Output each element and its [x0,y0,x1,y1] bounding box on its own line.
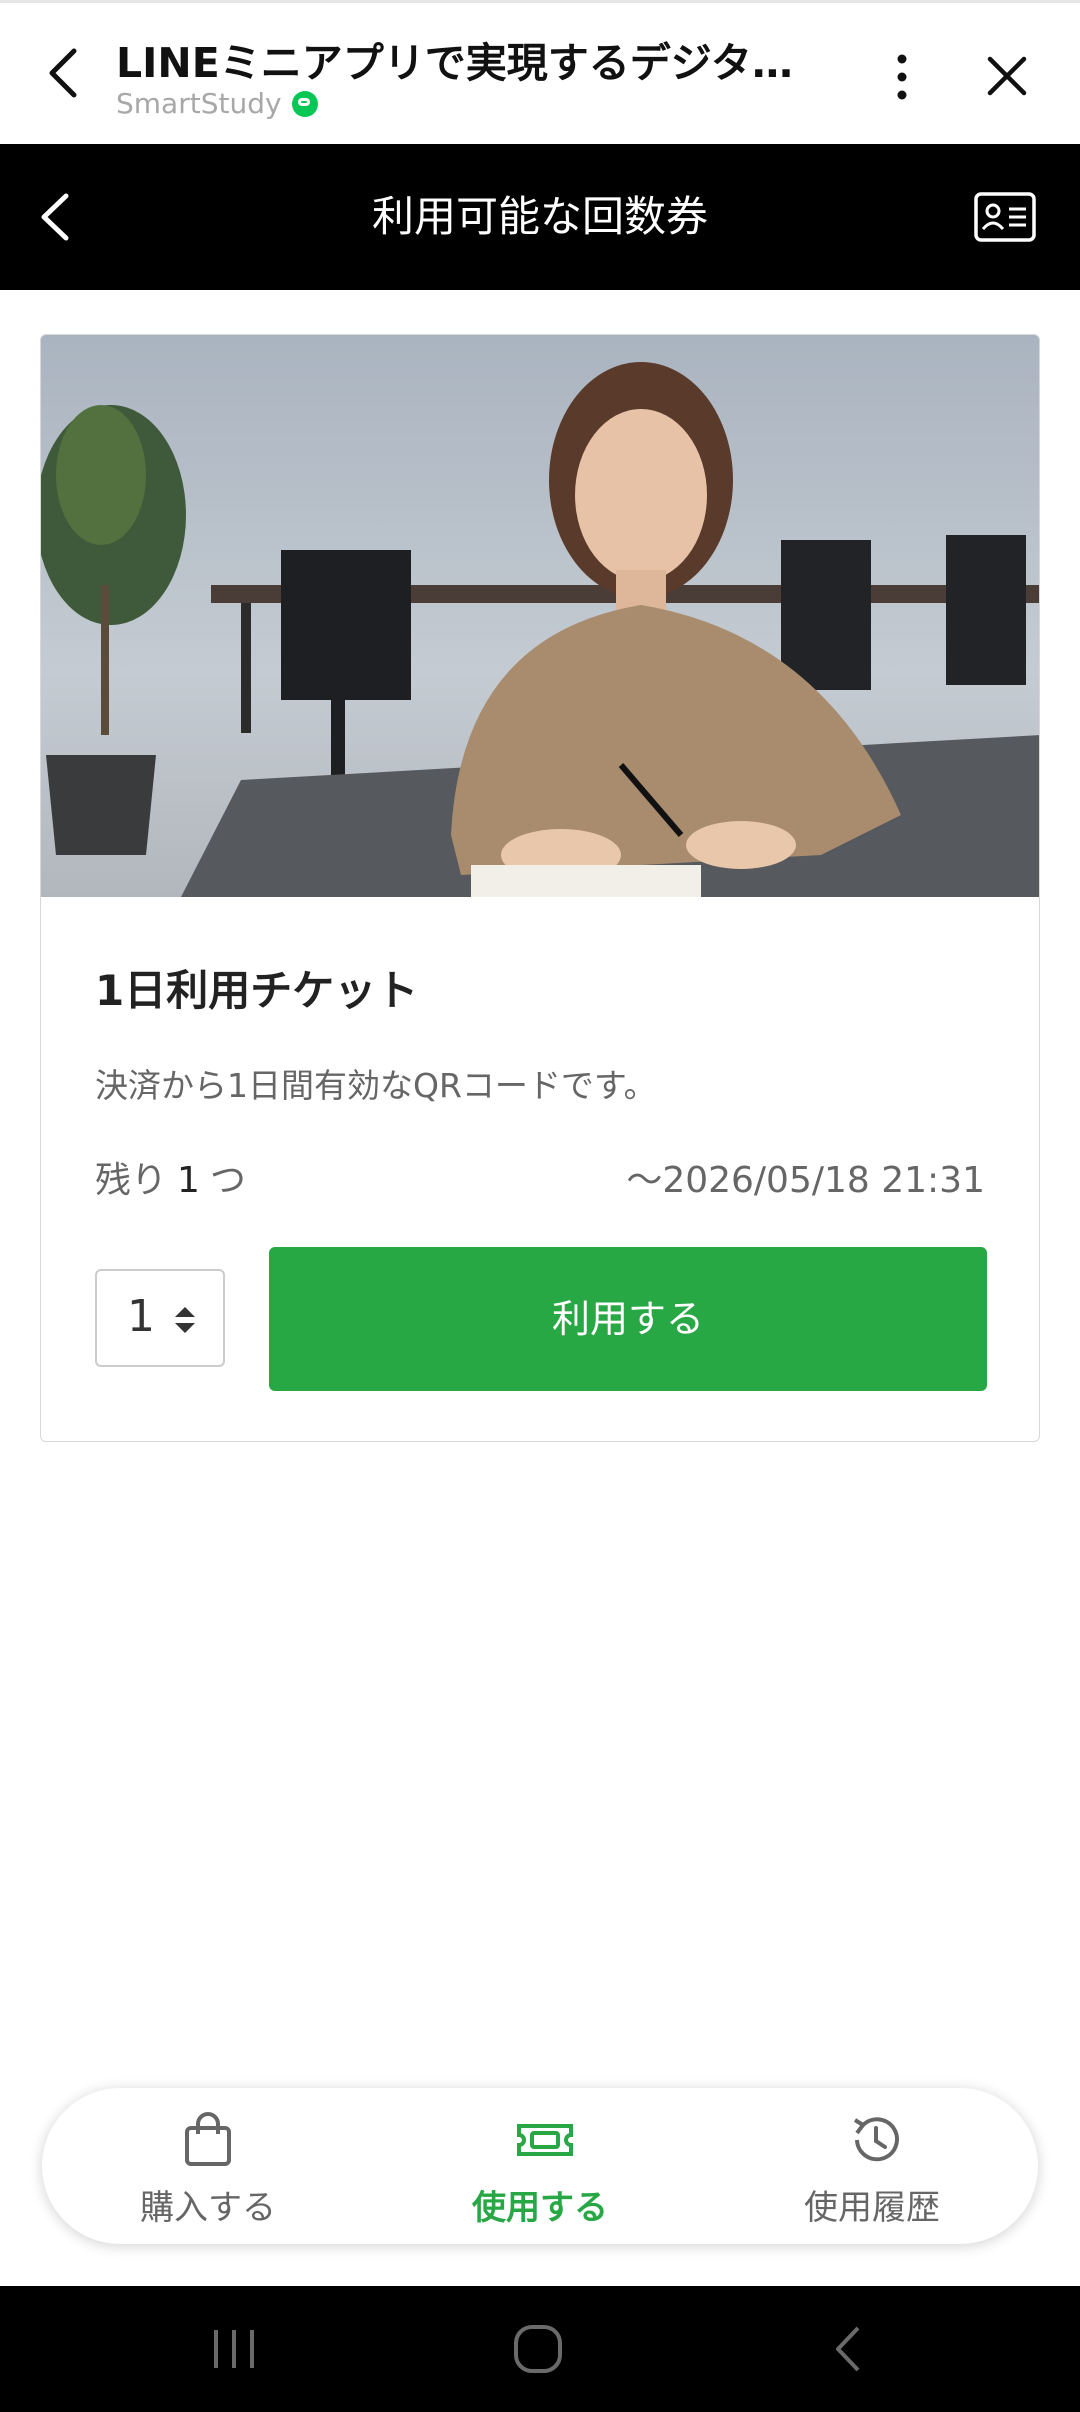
select-arrows-icon [175,1307,195,1333]
remaining-number: 1 [177,1160,200,1201]
tab-use-label: 使用する [472,2188,608,2228]
system-back-icon[interactable] [820,2324,876,2374]
expiry-date: 〜2026/05/18 21:31 [626,1160,985,1201]
tab-purchase[interactable]: 購入する [42,2088,374,2244]
home-icon[interactable] [510,2324,566,2374]
back-arrow-icon[interactable] [40,43,90,103]
tab-history[interactable]: 使用履歴 [706,2088,1038,2244]
tab-use[interactable]: 使用する [374,2088,706,2244]
tab-history-label: 使用履歴 [804,2188,940,2228]
ticket-title: 1日利用チケット [95,966,419,1015]
more-options-icon[interactable] [880,47,924,107]
mini-app-title: LINEミニアプリで実現するデジタル… [116,39,816,87]
ticket-description: 決済から1日間有効なQRコードです。 [95,1066,657,1105]
quantity-value: 1 [127,1291,155,1342]
use-ticket-button[interactable]: 利用する [269,1247,987,1391]
ticket-hero-image [41,335,1039,897]
shopping-bag-icon [185,2112,231,2166]
tab-purchase-label: 購入する [140,2188,276,2228]
verified-badge-icon [291,90,318,117]
remaining-label: 残り [95,1160,168,1201]
close-icon[interactable] [982,51,1032,101]
mini-app-provider: SmartStudy [116,87,318,120]
page-back-icon[interactable] [36,190,76,244]
remaining-unit: つ [209,1160,246,1201]
mini-app-header: LINEミニアプリで実現するデジタル… SmartStudy [0,0,1080,144]
ticket-card: 1日利用チケット 決済から1日間有効なQRコードです。 残り 1 つ 〜2026/0… [40,334,1040,1442]
quantity-select[interactable]: 1 [95,1269,225,1367]
provider-name: SmartStudy [116,87,282,120]
page-title: 利用可能な回数券 [371,192,708,241]
member-card-icon[interactable] [974,192,1036,242]
recent-apps-icon[interactable] [206,2324,262,2374]
history-icon [853,2117,899,2162]
bottom-tab-bar: 購入する 使用する 使用履歴 [42,2088,1038,2244]
remaining-count: 残り 1 つ [95,1151,246,1203]
ticket-icon [517,2124,573,2156]
page-nav-bar: 利用可能な回数券 [0,144,1080,290]
system-nav-bar [0,2286,1080,2412]
